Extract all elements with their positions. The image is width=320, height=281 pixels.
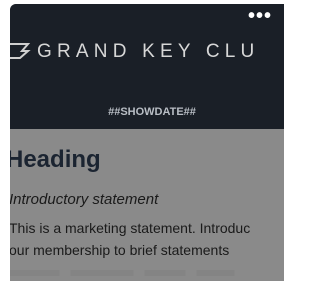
card-content: Heading Introductory statement This is a… <box>10 129 284 281</box>
intro-statement: Introductory statement <box>10 191 159 208</box>
screen: ••• GRAND KEY CLU ##SHOWDATE## Heading I… <box>0 0 284 281</box>
marketing-text: This is a marketing statement. Introduc … <box>10 217 284 261</box>
hero-header: ••• GRAND KEY CLU ##SHOWDATE## <box>10 4 284 129</box>
preview-card: ••• GRAND KEY CLU ##SHOWDATE## Heading I… <box>10 4 284 281</box>
more-options-button[interactable]: ••• <box>248 6 272 26</box>
showdate-placeholder: ##SHOWDATE## <box>108 106 196 118</box>
page-title: Heading <box>10 146 101 173</box>
marketing-line: our membership to brief statements <box>10 242 230 258</box>
marketing-line: This is a marketing statement. Introduc <box>10 220 251 236</box>
brand-name: GRAND KEY CLU <box>37 41 260 62</box>
cutoff-text-fragment <box>10 270 284 276</box>
key-logo-icon <box>10 43 31 59</box>
